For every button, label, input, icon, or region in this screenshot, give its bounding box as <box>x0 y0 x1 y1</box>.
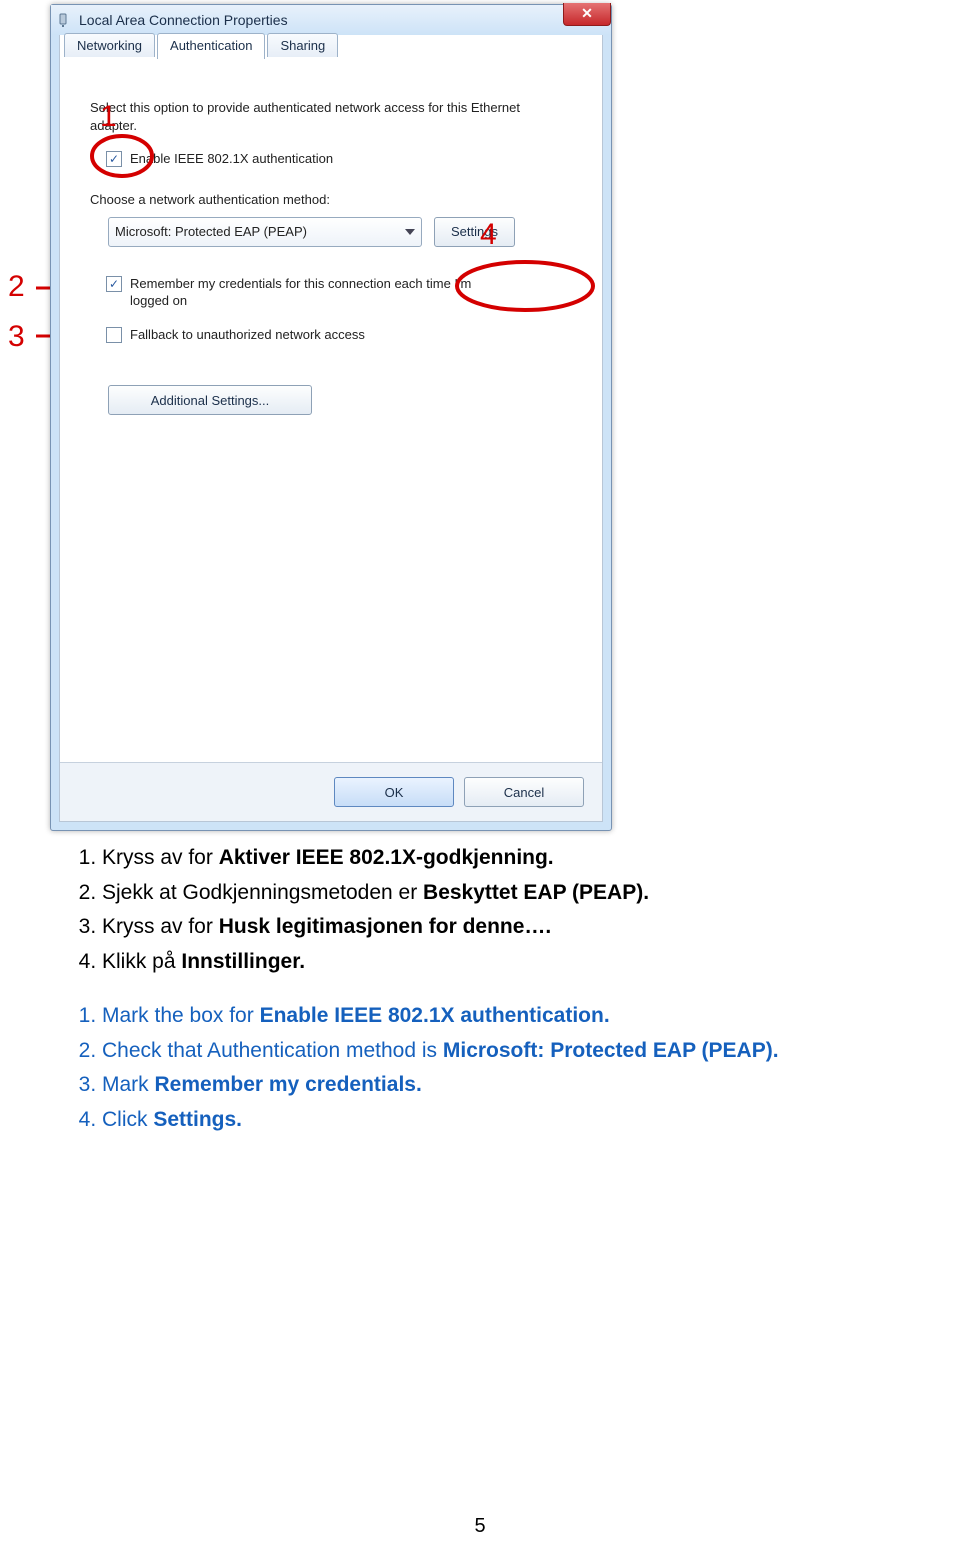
no-step-3: Kryss av for Husk legitimasjonen for den… <box>102 911 866 944</box>
tab-networking[interactable]: Networking <box>64 33 155 57</box>
auth-method-dropdown[interactable]: Microsoft: Protected EAP (PEAP) <box>108 217 422 247</box>
no-step-2: Sjekk at Godkjenningsmetoden er Beskytte… <box>102 877 866 910</box>
tab-content: Select this option to provide authentica… <box>60 61 602 431</box>
fallback-row[interactable]: Fallback to unauthorized network access <box>106 326 578 344</box>
chevron-down-icon <box>405 229 415 235</box>
close-button[interactable]: ✕ <box>563 3 611 26</box>
description-text: Select this option to provide authentica… <box>90 99 550 134</box>
checkbox-remember[interactable] <box>106 276 122 292</box>
titlebar[interactable]: Local Area Connection Properties ✕ <box>51 5 611 35</box>
window-title: Local Area Connection Properties <box>79 12 288 28</box>
page-number: 5 <box>0 1515 960 1538</box>
ok-button[interactable]: OK <box>334 777 454 807</box>
en-step-3: Mark Remember my credentials. <box>102 1069 866 1102</box>
en-step-2: Check that Authentication method is Micr… <box>102 1035 866 1068</box>
method-label: Choose a network authentication method: <box>90 192 578 207</box>
checkbox-fallback[interactable] <box>106 327 122 343</box>
no-step-1: Kryss av for Aktiver IEEE 802.1X-godkjen… <box>102 842 866 875</box>
adapter-icon <box>57 12 73 28</box>
checkbox-fallback-label: Fallback to unauthorized network access <box>130 326 365 344</box>
instruction-block: Kryss av for Aktiver IEEE 802.1X-godkjen… <box>66 840 866 1158</box>
cancel-button[interactable]: Cancel <box>464 777 584 807</box>
close-icon: ✕ <box>581 5 593 21</box>
annotation-circle-1 <box>88 132 158 180</box>
dialog-window: Local Area Connection Properties ✕ Netwo… <box>50 4 612 831</box>
tabstrip: Networking Authentication Sharing <box>64 33 338 57</box>
tab-sharing[interactable]: Sharing <box>267 33 338 57</box>
en-step-4: Click Settings. <box>102 1104 866 1137</box>
annotation-number-4: 4 <box>480 218 497 252</box>
en-step-1: Mark the box for Enable IEEE 802.1X auth… <box>102 1000 866 1033</box>
settings-button[interactable]: Settings <box>434 217 515 247</box>
annotation-number-3: 3 <box>8 320 25 354</box>
auth-method-value: Microsoft: Protected EAP (PEAP) <box>115 224 307 239</box>
annotation-circle-4 <box>450 256 600 316</box>
dialog-footer: OK Cancel <box>60 762 602 821</box>
enable-8021x-row[interactable]: Enable IEEE 802.1X authentication <box>106 150 578 168</box>
annotation-number-1: 1 <box>100 100 117 134</box>
tab-authentication[interactable]: Authentication <box>157 33 265 59</box>
checkbox-enable-8021x-label: Enable IEEE 802.1X authentication <box>130 150 333 168</box>
additional-settings-button[interactable]: Additional Settings... <box>108 385 312 415</box>
annotation-number-2: 2 <box>8 270 25 304</box>
instructions-english: Mark the box for Enable IEEE 802.1X auth… <box>66 1000 866 1136</box>
instructions-norwegian: Kryss av for Aktiver IEEE 802.1X-godkjen… <box>66 842 866 978</box>
no-step-4: Klikk på Innstillinger. <box>102 946 866 979</box>
